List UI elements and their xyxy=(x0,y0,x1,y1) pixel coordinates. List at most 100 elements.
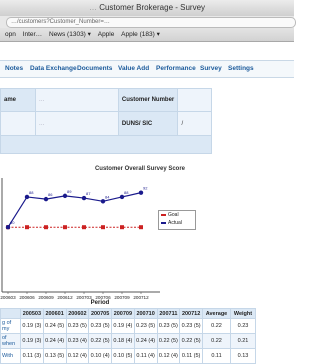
score-cell: 0.19 (3) xyxy=(20,333,44,349)
bookmark-item[interactable]: Inter… xyxy=(23,31,43,38)
table-row: of when 0.19 (3) 0.24 (4) 0.23 (4) 0.22 … xyxy=(0,333,256,349)
actual-data-label: 60 xyxy=(10,220,15,225)
nav-tabs: Notes Data Exchange Documents Value Add … xyxy=(0,60,294,78)
score-cell: 0.23 (4) xyxy=(65,333,90,349)
survey-score-table: 200503 200601 200602 200705 200709 20071… xyxy=(0,308,256,364)
score-cell: 0.23 (5) xyxy=(133,318,158,334)
score-table-header: 200503 200601 200602 200705 200709 20071… xyxy=(0,308,256,319)
actual-data-label: 92 xyxy=(143,186,148,191)
tab-notes[interactable]: Notes xyxy=(5,61,23,77)
score-cell: 0.19 (4) xyxy=(111,318,135,334)
score-cell: 0.11 (4) xyxy=(133,348,158,364)
legend-goal-label: Goal xyxy=(168,212,179,218)
score-header-cell xyxy=(0,308,21,319)
actual-swatch xyxy=(161,221,166,224)
actual-point xyxy=(119,194,125,200)
survey-score-chart: 60 88 86 89 87 84 88 92 200603 200606 200609 200612… xyxy=(0,178,160,300)
tab-documents[interactable]: Documents xyxy=(77,61,112,77)
duns-sic-value: / xyxy=(177,111,212,136)
actual-data-label: 88 xyxy=(124,190,129,195)
bookmark-item[interactable]: opn xyxy=(5,31,16,38)
customer-number-label: Customer Number xyxy=(117,87,179,113)
score-header-cell: 200705 xyxy=(88,308,112,319)
window-title: Customer Brokerage - Survey xyxy=(99,3,206,12)
score-cell: 0.22 xyxy=(202,318,231,334)
score-cell: of when xyxy=(0,333,21,349)
window-title-prefix: … xyxy=(88,3,97,12)
tab-data-exchange[interactable]: Data Exchange xyxy=(30,61,77,77)
score-cell: 0.11 xyxy=(202,348,231,364)
chart-title: Customer Overall Survey Score xyxy=(94,166,186,172)
goal-swatch xyxy=(161,213,166,216)
score-cell: 0.13 xyxy=(230,348,256,364)
actual-data-label: 84 xyxy=(105,194,110,199)
score-header-cell: 200602 xyxy=(65,308,90,319)
info-table-footer xyxy=(0,134,212,155)
goal-point xyxy=(101,225,105,230)
name-value: … xyxy=(34,87,119,113)
address-bar: …/customers?Customer_Number=… xyxy=(0,16,296,28)
chart-legend: Goal Actual xyxy=(158,210,196,230)
score-cell: 0.23 xyxy=(230,318,256,334)
score-cell: 0.10 (4) xyxy=(88,348,112,364)
score-cell: 0.22 xyxy=(202,333,231,349)
score-header-cell: 200709 xyxy=(111,308,135,319)
score-cell: g of my xyxy=(0,318,21,334)
score-cell: 0.23 (5) xyxy=(65,318,90,334)
actual-data-label: 89 xyxy=(67,189,72,194)
bookmark-item[interactable]: Apple (183) ▾ xyxy=(121,31,160,38)
score-cell: 0.22 (5) xyxy=(156,333,181,349)
score-cell: 0.12 (4) xyxy=(156,348,181,364)
score-cell: 0.12 (4) xyxy=(65,348,90,364)
legend-actual-label: Actual xyxy=(168,220,182,226)
table-row: With 0.11 (3) 0.13 (5) 0.12 (4) 0.10 (4)… xyxy=(0,348,256,364)
bookmark-item[interactable]: News (1303) ▾ xyxy=(49,31,91,38)
score-cell: 0.13 (5) xyxy=(42,348,67,364)
score-cell: 0.19 (3) xyxy=(20,318,44,334)
tab-value-add[interactable]: Value Add xyxy=(118,61,149,77)
x-tick-label: 200612 xyxy=(57,295,73,300)
chart-x-axis-label: Period xyxy=(90,300,110,306)
customer-info-table: ame … Customer Number … DUNS/ SIC / xyxy=(0,87,212,155)
name-label: ame xyxy=(0,87,36,113)
bookmarks-bar: opn Inter… News (1303) ▾ Apple Apple (18… xyxy=(0,28,294,42)
goal-point xyxy=(44,225,48,230)
tab-survey[interactable]: Survey xyxy=(200,61,222,77)
goal-point xyxy=(120,225,124,230)
score-header-cell: Weight xyxy=(230,308,256,319)
score-cell: 0.11 (3) xyxy=(20,348,44,364)
score-cell: 0.23 (5) xyxy=(88,318,112,334)
actual-data-label: 87 xyxy=(86,191,91,196)
legend-item-goal: Goal xyxy=(159,211,195,219)
score-header-cell: 200710 xyxy=(133,308,158,319)
score-cell: 0.21 xyxy=(230,333,256,349)
actual-point xyxy=(100,199,106,204)
tab-performance[interactable]: Performance xyxy=(156,61,196,77)
chart-plot-area: 60 88 86 89 87 84 88 92 200603 200606 200609 200612… xyxy=(0,186,149,300)
address-label xyxy=(0,111,36,136)
bookmark-item[interactable]: Apple xyxy=(98,31,115,38)
address-value: … xyxy=(34,111,119,136)
x-tick-label: 200606 xyxy=(19,295,35,300)
actual-data-label: 86 xyxy=(48,192,53,197)
score-cell: 0.18 (4) xyxy=(111,333,135,349)
score-cell: 0.10 (5) xyxy=(111,348,135,364)
score-cell: 0.24 (4) xyxy=(42,333,67,349)
goal-point xyxy=(63,225,67,230)
score-cell: 0.24 (4) xyxy=(133,333,158,349)
url-input[interactable]: …/customers?Customer_Number=… xyxy=(6,17,296,28)
table-row: g of my 0.19 (3) 0.24 (5) 0.23 (5) 0.23 … xyxy=(0,318,256,334)
score-header-cell: 200601 xyxy=(42,308,67,319)
score-cell: With xyxy=(0,348,21,364)
actual-point xyxy=(43,196,49,202)
actual-data-label: 88 xyxy=(29,190,34,195)
score-header-cell: Average xyxy=(202,308,231,319)
score-header-cell: 200503 xyxy=(20,308,44,319)
x-tick-label: 200603 xyxy=(0,295,16,300)
goal-point xyxy=(139,225,143,230)
duns-sic-label: DUNS/ SIC xyxy=(117,111,179,136)
tab-settings[interactable]: Settings xyxy=(228,61,254,77)
goal-point xyxy=(25,225,29,230)
x-tick-label: 200609 xyxy=(38,295,54,300)
window-title-bar: … Customer Brokerage - Survey xyxy=(0,0,294,17)
